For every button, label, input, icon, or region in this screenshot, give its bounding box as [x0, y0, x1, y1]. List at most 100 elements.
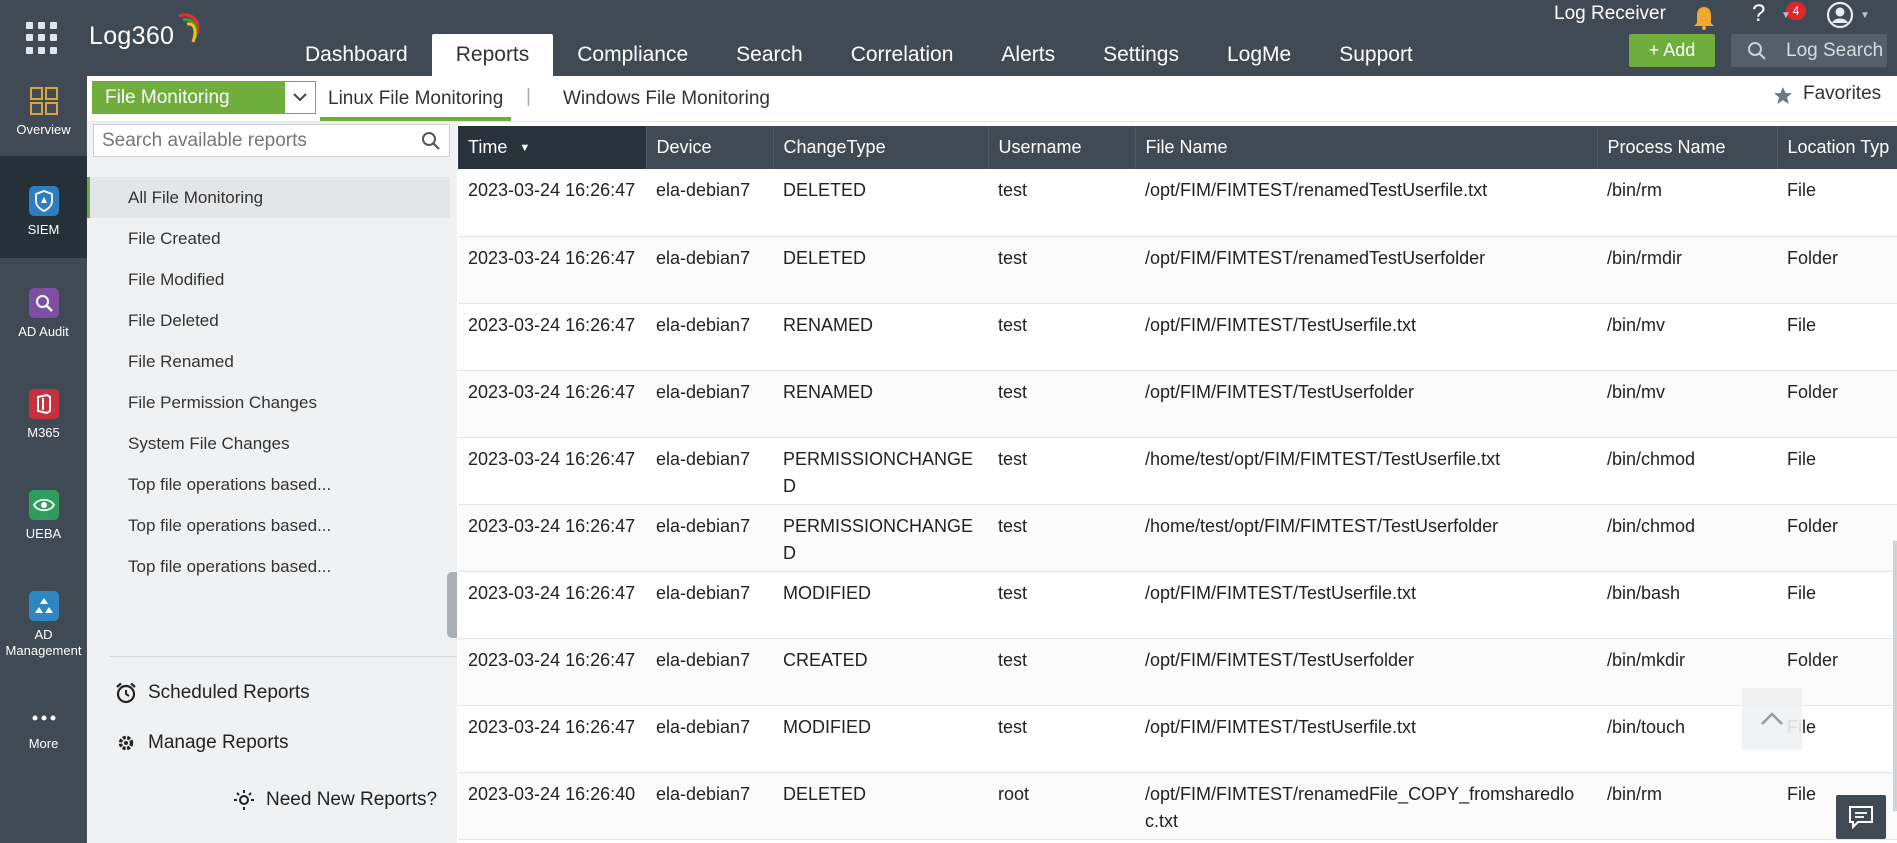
column-header-file-name[interactable]: File Name [1135, 126, 1598, 169]
cell-file-name: /opt/FIM/FIMTEST/TestUserfile.txt [1135, 705, 1597, 773]
back-to-top-button[interactable] [1742, 688, 1802, 750]
user-caret-icon[interactable]: ▼ [1860, 10, 1870, 21]
add-button[interactable]: + Add [1629, 34, 1715, 67]
report-item-top-file-operations-3[interactable]: Top file operations based... [87, 546, 450, 587]
nav-tab-support[interactable]: Support [1315, 34, 1437, 76]
panel-divider [110, 656, 457, 657]
log-receiver-link[interactable]: Log Receiver [1554, 3, 1666, 25]
help-icon[interactable]: ? [1752, 0, 1765, 28]
report-item-file-modified[interactable]: File Modified [87, 259, 450, 300]
cell-time: 2023-03-24 16:26:47 [458, 571, 646, 639]
report-item-file-permission-changes[interactable]: File Permission Changes [87, 382, 450, 423]
rail-item-ueba[interactable]: UEBA [0, 490, 87, 558]
tab-windows-file-monitoring[interactable]: Windows File Monitoring [555, 81, 778, 121]
column-header-time[interactable]: Time ▼ [458, 126, 647, 169]
module-select[interactable]: File Monitoring [92, 81, 316, 114]
cell-file-name: /opt/FIM/FIMTEST/renamedTestUserfile.txt [1135, 169, 1597, 237]
help-caret-icon[interactable]: ▼ [1781, 10, 1791, 21]
column-header-label: Time [468, 137, 508, 157]
table-row[interactable]: 2023-03-24 16:26:47 ela-debian7 DELETED tes… [458, 236, 1897, 304]
rail-item-m365[interactable]: M365 [0, 389, 87, 457]
column-header-username[interactable]: Username [988, 126, 1136, 169]
cell-location-typ: File [1777, 303, 1897, 371]
column-header-device[interactable]: Device [646, 126, 774, 169]
favorites-button[interactable]: Favorites [1773, 83, 1881, 105]
scheduled-reports-link[interactable]: Scheduled Reports [114, 681, 310, 705]
nav-tab-reports[interactable]: Reports [431, 34, 554, 76]
chevron-down-icon[interactable] [285, 82, 315, 113]
report-item-all-file-monitoring[interactable]: All File Monitoring [87, 177, 450, 218]
log-search-input[interactable]: Log Search [1731, 34, 1887, 67]
cell-location-typ: File [1777, 437, 1897, 505]
cell-file-name: /opt/FIM/FIMTEST/TestUserfolder [1135, 370, 1597, 438]
manage-reports-link[interactable]: Manage Reports [114, 731, 288, 755]
favorites-label: Favorites [1803, 83, 1882, 104]
search-icon[interactable] [421, 131, 441, 151]
rail-label-siem: SIEM [27, 222, 60, 237]
notification-bell-icon[interactable] [1691, 2, 1725, 30]
rail-item-ad-management[interactable]: AD Management [0, 591, 87, 675]
panel-collapse-handle[interactable] [447, 572, 457, 638]
chat-button[interactable] [1836, 795, 1886, 839]
report-item-file-created[interactable]: File Created [87, 218, 450, 259]
rail-item-siem[interactable]: SIEM [0, 156, 87, 258]
table-row[interactable]: 2023-03-24 16:26:47 ela-debian7 RENAMED tes… [458, 370, 1897, 438]
cell-device: ela-debian7 [646, 638, 773, 706]
nav-tab-logme[interactable]: LogMe [1203, 34, 1315, 76]
table-row[interactable]: 2023-03-24 16:26:47 ela-debian7 DELETED tes… [458, 169, 1897, 237]
tab-linux-file-monitoring[interactable]: Linux File Monitoring [320, 81, 512, 121]
rail-item-more[interactable]: More [0, 706, 87, 766]
table-row[interactable]: 2023-03-24 16:26:40 ela-debian7 DELETED roo… [458, 772, 1897, 840]
rail-label-ad-audit: AD Audit [18, 324, 69, 339]
nav-tab-alerts[interactable]: Alerts [977, 34, 1079, 76]
nav-tab-settings[interactable]: Settings [1079, 34, 1203, 76]
need-new-reports-link[interactable]: Need New Reports? [232, 788, 437, 812]
cell-file-name: /opt/FIM/FIMTEST/TestUserfolder [1135, 638, 1597, 706]
nav-tab-search[interactable]: Search [712, 34, 827, 76]
table-row[interactable]: 2023-03-24 16:26:47 ela-debian7 RENAMED tes… [458, 303, 1897, 371]
table-row[interactable]: 2023-03-24 16:26:47 ela-debian7 MODIFIED te… [458, 705, 1897, 773]
report-item-file-renamed[interactable]: File Renamed [87, 341, 450, 382]
rail-item-ad-audit[interactable]: AD Audit [0, 288, 87, 356]
apps-grid-icon[interactable] [26, 22, 58, 54]
user-avatar-icon[interactable] [1826, 1, 1854, 29]
report-search-input[interactable] [94, 125, 394, 156]
table-row[interactable]: 2023-03-24 16:26:47 ela-debian7 PERMISSION… [458, 504, 1897, 572]
nav-tab-dashboard[interactable]: Dashboard [281, 34, 432, 76]
report-item-top-file-operations-1[interactable]: Top file operations based... [87, 464, 450, 505]
search-icon [1748, 42, 1766, 60]
need-new-reports-label: Need New Reports? [266, 789, 438, 810]
cell-time: 2023-03-24 16:26:47 [458, 504, 646, 572]
column-header-location-typ[interactable]: Location Typ [1777, 126, 1897, 169]
nav-tab-compliance[interactable]: Compliance [553, 34, 712, 76]
cell-changetype: PERMISSIONCHANGED [773, 504, 988, 572]
cell-username: test [988, 504, 1135, 572]
table-row[interactable]: 2023-03-24 16:26:47 ela-debian7 PERMISSION… [458, 437, 1897, 505]
app-logo[interactable]: Log360 [89, 13, 209, 52]
cell-device: ela-debian7 [646, 705, 773, 773]
rail-item-overview[interactable]: Overview [0, 86, 87, 154]
cell-changetype: CREATED [773, 638, 988, 706]
nav-tab-correlation[interactable]: Correlation [827, 34, 978, 76]
left-rail: Overview SIEM AD Audit M365 UEBA AD Mana… [0, 0, 87, 843]
table-header-row: Time ▼ Device ChangeType Username File Name Pr… [458, 126, 1897, 169]
cell-file-name: /opt/FIM/FIMTEST/TestUserfile.txt [1135, 303, 1597, 371]
cell-changetype: RENAMED [773, 370, 988, 438]
vertical-scrollbar[interactable] [1893, 541, 1897, 811]
report-item-top-file-operations-2[interactable]: Top file operations based... [87, 505, 450, 546]
log-search-placeholder: Log Search [1786, 40, 1884, 61]
cell-username: test [988, 303, 1135, 371]
column-header-process-name[interactable]: Process Name [1597, 126, 1778, 169]
cell-device: ela-debian7 [646, 236, 773, 304]
chat-icon [1849, 806, 1873, 829]
report-search[interactable] [93, 124, 450, 157]
table-row[interactable]: 2023-03-24 16:26:47 ela-debian7 CREATED tes… [458, 638, 1897, 706]
cell-time: 2023-03-24 16:26:47 [458, 437, 646, 505]
cell-device: ela-debian7 [646, 303, 773, 371]
overview-icon [29, 86, 59, 116]
report-item-system-file-changes[interactable]: System File Changes [87, 423, 450, 464]
column-header-changetype[interactable]: ChangeType [773, 126, 989, 169]
manage-reports-label: Manage Reports [148, 732, 289, 753]
report-item-file-deleted[interactable]: File Deleted [87, 300, 450, 341]
table-row[interactable]: 2023-03-24 16:26:47 ela-debian7 MODIFIED te… [458, 571, 1897, 639]
